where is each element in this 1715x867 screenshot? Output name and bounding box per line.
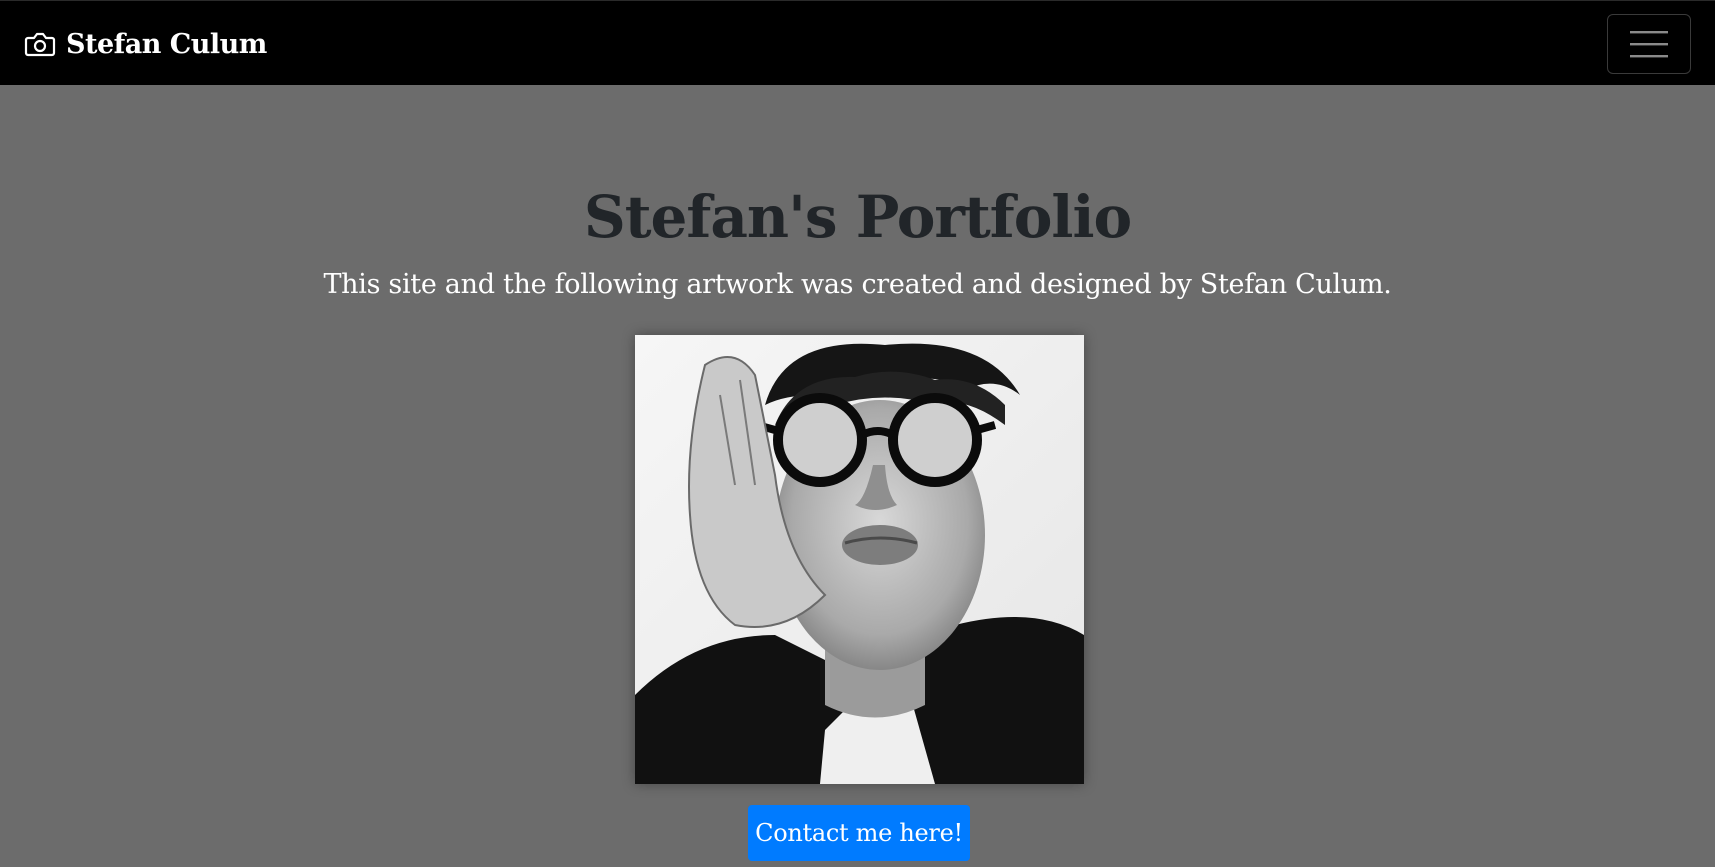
brand-label: Stefan Culum (66, 28, 267, 60)
contact-button[interactable]: Contact me here! (748, 805, 970, 861)
camera-icon (24, 28, 56, 60)
page-subtitle: This site and the following artwork was … (323, 269, 1392, 300)
page-title: Stefan's Portfolio (583, 183, 1132, 251)
top-navbar: Stefan Culum (0, 0, 1715, 85)
portrait-image (635, 335, 1084, 784)
hamburger-menu-icon (1630, 29, 1668, 59)
hero-section: Stefan's Portfolio This site and the fol… (0, 85, 1715, 867)
navbar-toggler-button[interactable] (1607, 14, 1691, 74)
brand-link[interactable]: Stefan Culum (24, 25, 267, 63)
